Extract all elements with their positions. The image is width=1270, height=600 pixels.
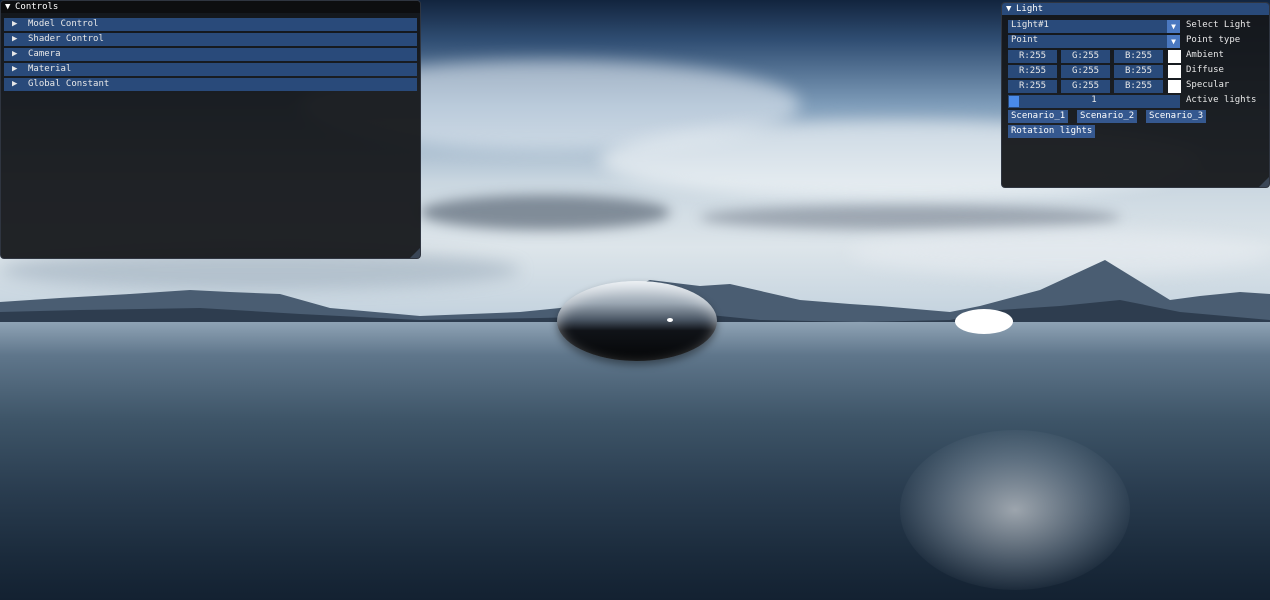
controls-window-titlebar[interactable]: ▼ Controls — [1, 1, 420, 13]
header-shader-control[interactable]: ▶ Shader Control — [4, 33, 417, 46]
specular-g-field[interactable]: G:255 — [1061, 80, 1110, 93]
controls-window[interactable]: ▼ Controls ▶ Model Control ▶ Shader Control… — [0, 0, 421, 259]
active-lights-label: Active lights — [1186, 95, 1257, 105]
active-lights-slider[interactable]: 1 — [1008, 95, 1180, 108]
select-light-value: Light#1 — [1011, 20, 1049, 30]
scenario-1-button[interactable]: Scenario_1 — [1008, 110, 1069, 123]
cloud — [420, 195, 670, 230]
select-light-label: Select Light — [1186, 20, 1252, 30]
header-camera[interactable]: ▶ Camera — [4, 48, 417, 61]
resize-grip[interactable] — [1259, 177, 1269, 187]
rotation-lights-button[interactable]: Rotation lights — [1008, 125, 1096, 138]
expand-arrow-icon: ▶ — [12, 19, 18, 29]
cloud — [700, 205, 1120, 230]
diffuse-color-swatch[interactable] — [1168, 65, 1181, 78]
slider-grab-handle[interactable] — [1009, 96, 1019, 107]
point-type-value: Point — [1011, 35, 1039, 45]
expand-arrow-icon: ▶ — [12, 64, 18, 74]
reflective-sphere-model[interactable] — [557, 281, 717, 361]
select-light-combo[interactable]: Light#1 ▼ — [1008, 20, 1180, 33]
expand-arrow-icon: ▶ — [12, 79, 18, 89]
light-window[interactable]: ▼ Light Light#1 ▼ Select Light Point ▼ Po… — [1001, 2, 1270, 188]
diffuse-b-field[interactable]: B:255 — [1114, 65, 1163, 78]
sphere-highlight — [667, 318, 673, 322]
active-lights-value: 1 — [1091, 95, 1097, 105]
expand-arrow-icon: ▶ — [12, 49, 18, 59]
light-window-title: Light — [1016, 4, 1044, 14]
expand-arrow-icon: ▶ — [12, 34, 18, 44]
header-label: Material — [28, 64, 72, 74]
point-type-label: Point type — [1186, 35, 1241, 45]
collapse-arrow-icon[interactable]: ▼ — [5, 1, 15, 13]
header-label: Shader Control — [28, 34, 104, 44]
header-model-control[interactable]: ▶ Model Control — [4, 18, 417, 31]
scenario-3-button[interactable]: Scenario_3 — [1146, 110, 1207, 123]
specular-color-swatch[interactable] — [1168, 80, 1181, 93]
ambient-color-swatch[interactable] — [1168, 50, 1181, 63]
collapse-arrow-icon[interactable]: ▼ — [1006, 3, 1016, 15]
header-material[interactable]: ▶ Material — [4, 63, 417, 76]
specular-r-field[interactable]: R:255 — [1008, 80, 1057, 93]
specular-b-field[interactable]: B:255 — [1114, 80, 1163, 93]
header-global-constant[interactable]: ▶ Global Constant — [4, 78, 417, 91]
light-window-titlebar[interactable]: ▼ Light — [1002, 3, 1269, 15]
ambient-r-field[interactable]: R:255 — [1008, 50, 1057, 63]
ambient-label: Ambient — [1186, 50, 1224, 60]
controls-window-title: Controls — [15, 2, 59, 12]
ambient-b-field[interactable]: B:255 — [1114, 50, 1163, 63]
header-label: Model Control — [28, 19, 99, 29]
diffuse-r-field[interactable]: R:255 — [1008, 65, 1057, 78]
diffuse-label: Diffuse — [1186, 65, 1224, 75]
ambient-g-field[interactable]: G:255 — [1061, 50, 1110, 63]
header-label: Global Constant — [28, 79, 110, 89]
dropdown-arrow-icon[interactable]: ▼ — [1167, 35, 1180, 48]
light-reflection — [900, 430, 1130, 590]
scenario-2-button[interactable]: Scenario_2 — [1077, 110, 1138, 123]
diffuse-g-field[interactable]: G:255 — [1061, 65, 1110, 78]
point-type-combo[interactable]: Point ▼ — [1008, 35, 1180, 48]
specular-label: Specular — [1186, 80, 1230, 90]
resize-grip[interactable] — [410, 248, 420, 258]
dropdown-arrow-icon[interactable]: ▼ — [1167, 20, 1180, 33]
header-label: Camera — [28, 49, 61, 59]
point-light-gizmo[interactable] — [955, 309, 1013, 334]
